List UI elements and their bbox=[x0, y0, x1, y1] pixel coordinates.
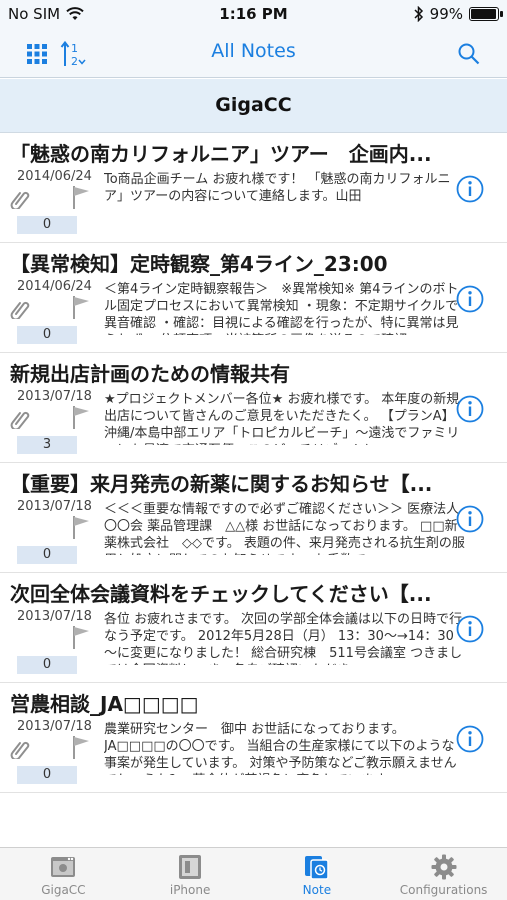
bluetooth-icon bbox=[414, 6, 423, 22]
tab-bar: GigaCC iPhone Note Configurations bbox=[0, 847, 507, 900]
note-title: 営農相談_JA□□□□ bbox=[10, 692, 199, 716]
note-row-2[interactable]: 【異常検知】定時観察_第4ライン_23:00 2014/06/24 0 ＜第4ラ… bbox=[0, 243, 507, 353]
note-row-1[interactable]: 「魅惑の南カリフォルニア」ツアー 企画内... 2014/06/24 0 To商… bbox=[0, 133, 507, 243]
info-icon[interactable] bbox=[455, 394, 485, 424]
note-row-6[interactable]: 営農相談_JA□□□□ 2013/07/18 0 農業研究センター 御中 お世話… bbox=[0, 683, 507, 793]
note-preview: ＜第4ライン定時観察報告＞ ※異常検知※ 第4ラインのボトル固定プロセスにおいて… bbox=[104, 282, 459, 335]
tab-label: GigaCC bbox=[41, 883, 86, 897]
section-header: GigaCC bbox=[0, 79, 507, 133]
paperclip-icon bbox=[10, 191, 30, 209]
section-title: GigaCC bbox=[215, 94, 292, 116]
info-icon[interactable] bbox=[455, 284, 485, 314]
attachment-count: 3 bbox=[17, 436, 77, 454]
tab-note[interactable]: Note bbox=[254, 848, 381, 900]
note-date: 2014/06/24 bbox=[17, 169, 92, 184]
note-date: 2013/07/18 bbox=[17, 719, 92, 734]
paperclip-icon bbox=[10, 741, 30, 759]
note-preview: 各位 お疲れさまです。 次回の学部全体会議は以下の日時で行なう予定です。 201… bbox=[104, 612, 463, 665]
note-date: 2013/07/18 bbox=[17, 389, 92, 404]
note-preview: ＜＜＜重要な情報ですので必ずご確認ください＞＞ 医療法人〇〇会 薬品管理課 △△… bbox=[104, 502, 465, 555]
note-row-4[interactable]: 【重要】来月発売の新薬に関するお知らせ【... 2013/07/18 0 ＜＜＜… bbox=[0, 463, 507, 573]
attachment-count: 0 bbox=[17, 656, 77, 674]
flag-icon[interactable] bbox=[70, 404, 92, 430]
note-title: 【異常検知】定時観察_第4ライン_23:00 bbox=[10, 252, 388, 276]
flag-icon[interactable] bbox=[70, 294, 92, 320]
note-title: 「魅惑の南カリフォルニア」ツアー 企画内... bbox=[10, 142, 432, 166]
notes-container: 「魅惑の南カリフォルニア」ツアー 企画内... 2014/06/24 0 To商… bbox=[0, 133, 507, 793]
note-date: 2013/07/18 bbox=[17, 609, 92, 624]
note-preview: To商品企画チーム お疲れ様です！ 「魅惑の南カリフォルニア」ツアーの内容につい… bbox=[104, 172, 451, 204]
note-row-5[interactable]: 次回全体会議資料をチェックしてください【... 2013/07/18 0 各位 … bbox=[0, 573, 507, 683]
gigacc-icon bbox=[51, 857, 76, 877]
note-title: 新規出店計画のための情報共有 bbox=[10, 362, 290, 386]
battery-percent: 99% bbox=[429, 5, 463, 23]
flag-icon[interactable] bbox=[70, 624, 92, 650]
tab-gigacc[interactable]: GigaCC bbox=[0, 848, 127, 900]
status-right: 99% bbox=[414, 5, 503, 23]
note-preview: ★プロジェクトメンバー各位★ お疲れ様です。 本年度の新規出店について皆さんのご… bbox=[104, 392, 460, 445]
tab-label: Configurations bbox=[399, 883, 488, 897]
attachment-count: 0 bbox=[17, 766, 77, 784]
info-icon[interactable] bbox=[455, 504, 485, 534]
page-title: All Notes bbox=[211, 40, 296, 62]
note-title: 次回全体会議資料をチェックしてください【... bbox=[10, 582, 432, 606]
note-title: 【重要】来月発売の新薬に関するお知らせ【... bbox=[10, 472, 433, 496]
info-icon[interactable] bbox=[455, 724, 485, 754]
battery-icon bbox=[469, 7, 503, 21]
flag-icon[interactable] bbox=[70, 184, 92, 210]
note-date: 2014/06/24 bbox=[17, 279, 92, 294]
attachment-count: 0 bbox=[17, 326, 77, 344]
note-list: 「魅惑の南カリフォルニア」ツアー 企画内... 2014/06/24 0 To商… bbox=[0, 133, 507, 793]
info-icon[interactable] bbox=[455, 614, 485, 644]
flag-icon[interactable] bbox=[70, 514, 92, 540]
search-icon bbox=[458, 43, 480, 65]
attachment-count: 0 bbox=[17, 546, 77, 564]
battery-fill bbox=[471, 9, 496, 19]
note-icon bbox=[304, 856, 329, 880]
note-date: 2013/07/18 bbox=[17, 499, 92, 514]
flag-icon[interactable] bbox=[70, 734, 92, 760]
note-preview: 農業研究センター 御中 お世話になっております。 JA□□□□の〇〇です。 当組… bbox=[104, 722, 457, 775]
paperclip-icon bbox=[10, 411, 30, 429]
search-button[interactable] bbox=[457, 39, 487, 69]
info-icon[interactable] bbox=[455, 174, 485, 204]
note-row-3[interactable]: 新規出店計画のための情報共有 2013/07/18 3 ★プロジェクトメンバー各… bbox=[0, 353, 507, 463]
tab-configurations[interactable]: Configurations bbox=[380, 848, 507, 900]
attachment-count: 0 bbox=[17, 216, 77, 234]
tab-iphone[interactable]: iPhone bbox=[127, 848, 254, 900]
nav-bar: 1 2 All Notes bbox=[0, 30, 507, 78]
tab-label: iPhone bbox=[169, 883, 211, 897]
status-bar: No SIM 1:16 PM 99% bbox=[0, 0, 507, 30]
gear-icon bbox=[431, 854, 457, 880]
iphone-icon bbox=[179, 855, 202, 879]
paperclip-icon bbox=[10, 301, 30, 319]
tab-label: Note bbox=[302, 883, 332, 897]
